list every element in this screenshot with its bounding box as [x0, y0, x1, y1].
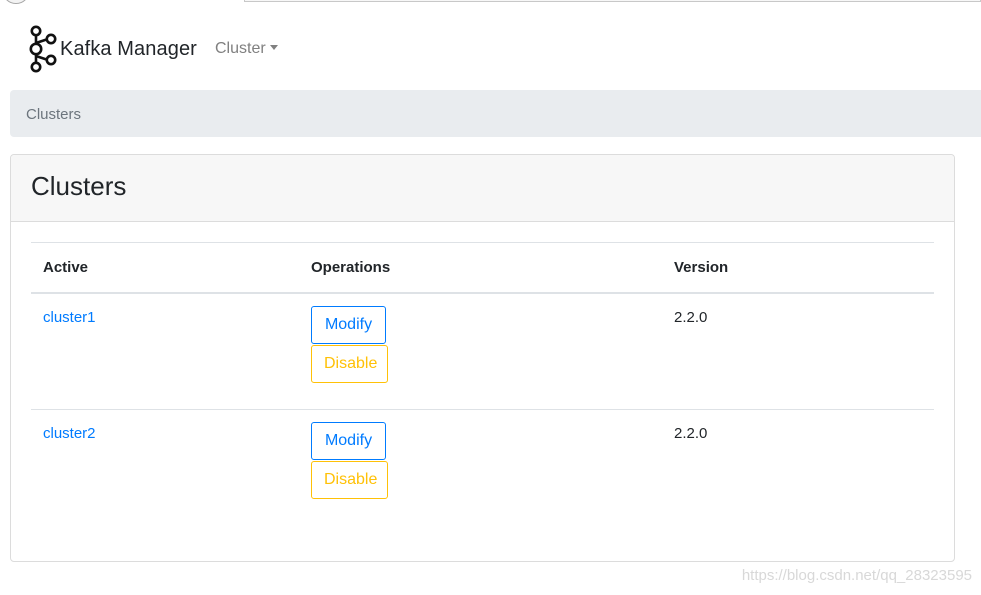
breadcrumb-current: Clusters	[26, 106, 82, 123]
clusters-table: Active Operations Version cluster1 Modif…	[31, 242, 934, 527]
header-operations: Operations	[299, 242, 662, 294]
breadcrumb: Clusters	[10, 90, 981, 137]
header-active: Active	[31, 242, 299, 294]
browser-back-button[interactable]	[2, 0, 30, 4]
browser-address-bar[interactable]	[244, 0, 981, 2]
card-header: Clusters	[11, 155, 954, 222]
version-cell: 2.2.0	[674, 425, 708, 442]
table-row: cluster1 Modify Disable 2.2.0	[31, 292, 934, 410]
brand-name: Kafka Manager	[60, 37, 197, 60]
disable-button[interactable]: Disable	[311, 344, 388, 383]
brand[interactable]: Kafka Manager	[26, 25, 197, 73]
modify-button[interactable]: Modify	[311, 422, 386, 460]
caret-down-icon	[269, 45, 278, 50]
kafka-logo-icon	[29, 25, 57, 73]
browser-chrome-strip	[0, 0, 981, 7]
card-title: Clusters	[31, 171, 127, 201]
cluster-cell: cluster2	[31, 410, 299, 527]
clusters-card: Clusters Active Operations Version clust…	[10, 154, 955, 562]
cluster-link[interactable]: cluster1	[43, 309, 96, 326]
operations-cell: Modify Disable	[299, 410, 662, 527]
cluster-cell: cluster1	[31, 292, 299, 410]
cluster-link[interactable]: cluster2	[43, 425, 96, 442]
disable-button[interactable]: Disable	[311, 461, 388, 499]
navbar: Kafka Manager Cluster	[0, 7, 981, 89]
watermark: https://blog.csdn.net/qq_28323595	[741, 567, 972, 584]
table-row: cluster2 Modify Disable 2.2.0	[31, 410, 934, 527]
cluster-dropdown-label: Cluster	[215, 40, 266, 57]
header-version: Version	[662, 242, 934, 294]
table-header-row: Active Operations Version	[31, 242, 934, 294]
modify-button[interactable]: Modify	[311, 305, 386, 344]
operations-cell: Modify Disable	[299, 292, 662, 410]
version-cell: 2.2.0	[662, 292, 934, 410]
cluster-dropdown[interactable]: Cluster	[215, 40, 278, 58]
